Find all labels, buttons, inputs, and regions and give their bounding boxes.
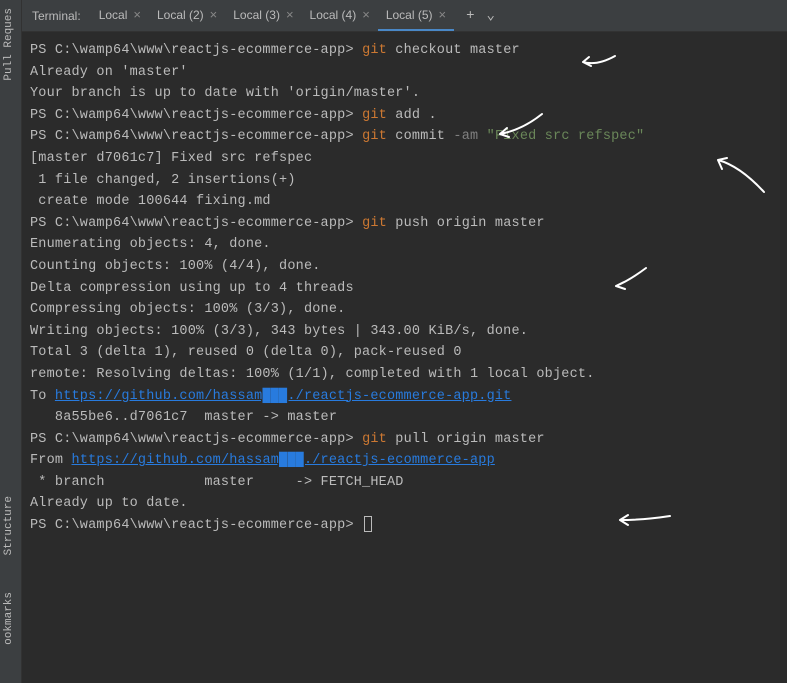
close-icon[interactable]: × (210, 7, 218, 22)
close-icon[interactable]: × (286, 7, 294, 22)
tab-label: Local (99, 8, 128, 22)
output-line: Counting objects: 100% (4/4), done. (30, 256, 779, 278)
output-line: create mode 100644 fixing.md (30, 191, 779, 213)
side-tool-tabs: Pull Reques Structure ookmarks (0, 0, 22, 683)
output-line: 1 file changed, 2 insertions(+) (30, 170, 779, 192)
side-tab-structure[interactable]: Structure (0, 488, 18, 563)
terminal-output[interactable]: PS C:\wamp64\www\reactjs-ecommerce-app> … (22, 32, 787, 683)
output-line: Total 3 (delta 1), reused 0 (delta 0), p… (30, 342, 779, 364)
tab-label: Local (3) (233, 8, 280, 22)
side-tab-pull-requests[interactable]: Pull Reques (0, 0, 18, 89)
tab-local-4[interactable]: Local (4) × (302, 0, 378, 31)
terminal-label: Terminal: (22, 9, 91, 23)
tab-label: Local (4) (310, 8, 357, 22)
output-text: To (30, 389, 55, 404)
output-line: Delta compression using up to 4 threads (30, 278, 779, 300)
cmd-text: commit (387, 129, 453, 144)
flag-text: -am (453, 129, 478, 144)
prompt: PS C:\wamp64\www\reactjs-ecommerce-app> (30, 216, 354, 231)
repo-link[interactable]: https://github.com/hassam███./reactjs-ec… (55, 389, 512, 404)
git-keyword: git (362, 129, 387, 144)
tab-label: Local (2) (157, 8, 204, 22)
output-line: Writing objects: 100% (3/3), 343 bytes |… (30, 321, 779, 343)
output-line: Enumerating objects: 4, done. (30, 234, 779, 256)
tab-local-2[interactable]: Local (2) × (149, 0, 225, 31)
cmd-text: checkout master (387, 43, 520, 58)
output-line: Your branch is up to date with 'origin/m… (30, 83, 779, 105)
output-line: Already up to date. (30, 493, 779, 515)
git-keyword: git (362, 216, 387, 231)
prompt: PS C:\wamp64\www\reactjs-ecommerce-app> (30, 432, 354, 447)
prompt: PS C:\wamp64\www\reactjs-ecommerce-app> (30, 518, 354, 533)
close-icon[interactable]: × (362, 7, 370, 22)
output-line: remote: Resolving deltas: 100% (1/1), co… (30, 364, 779, 386)
cmd-text: push origin master (387, 216, 545, 231)
git-keyword: git (362, 432, 387, 447)
output-line: 8a55be6..d7061c7 master -> master (30, 407, 779, 429)
new-tab-icon[interactable]: + (466, 8, 474, 24)
cmd-text: add . (387, 108, 437, 123)
terminal-header: Terminal: Local × Local (2) × Local (3) … (22, 0, 787, 32)
prompt: PS C:\wamp64\www\reactjs-ecommerce-app> (30, 129, 354, 144)
output-text: From (30, 453, 72, 468)
prompt: PS C:\wamp64\www\reactjs-ecommerce-app> (30, 108, 354, 123)
output-line: Already on 'master' (30, 62, 779, 84)
tab-actions: + ⌄ (454, 7, 507, 24)
output-line: * branch master -> FETCH_HEAD (30, 472, 779, 494)
tab-local-1[interactable]: Local × (91, 0, 149, 31)
side-tab-bookmarks[interactable]: ookmarks (0, 584, 18, 653)
tab-local-5[interactable]: Local (5) × (378, 0, 454, 31)
git-keyword: git (362, 108, 387, 123)
tab-label: Local (5) (386, 8, 433, 22)
tab-local-3[interactable]: Local (3) × (225, 0, 301, 31)
cmd-text: pull origin master (387, 432, 545, 447)
repo-link[interactable]: https://github.com/hassam███./reactjs-ec… (72, 453, 495, 468)
chevron-down-icon[interactable]: ⌄ (487, 7, 495, 24)
prompt: PS C:\wamp64\www\reactjs-ecommerce-app> (30, 43, 354, 58)
output-line: [master d7061c7] Fixed src refspec (30, 148, 779, 170)
string-text: "Fixed src refspec" (478, 129, 644, 144)
close-icon[interactable]: × (133, 7, 141, 22)
terminal-cursor (364, 516, 372, 532)
terminal-tabs: Local × Local (2) × Local (3) × Local (4… (91, 0, 454, 31)
git-keyword: git (362, 43, 387, 58)
output-line: Compressing objects: 100% (3/3), done. (30, 299, 779, 321)
close-icon[interactable]: × (439, 7, 447, 22)
